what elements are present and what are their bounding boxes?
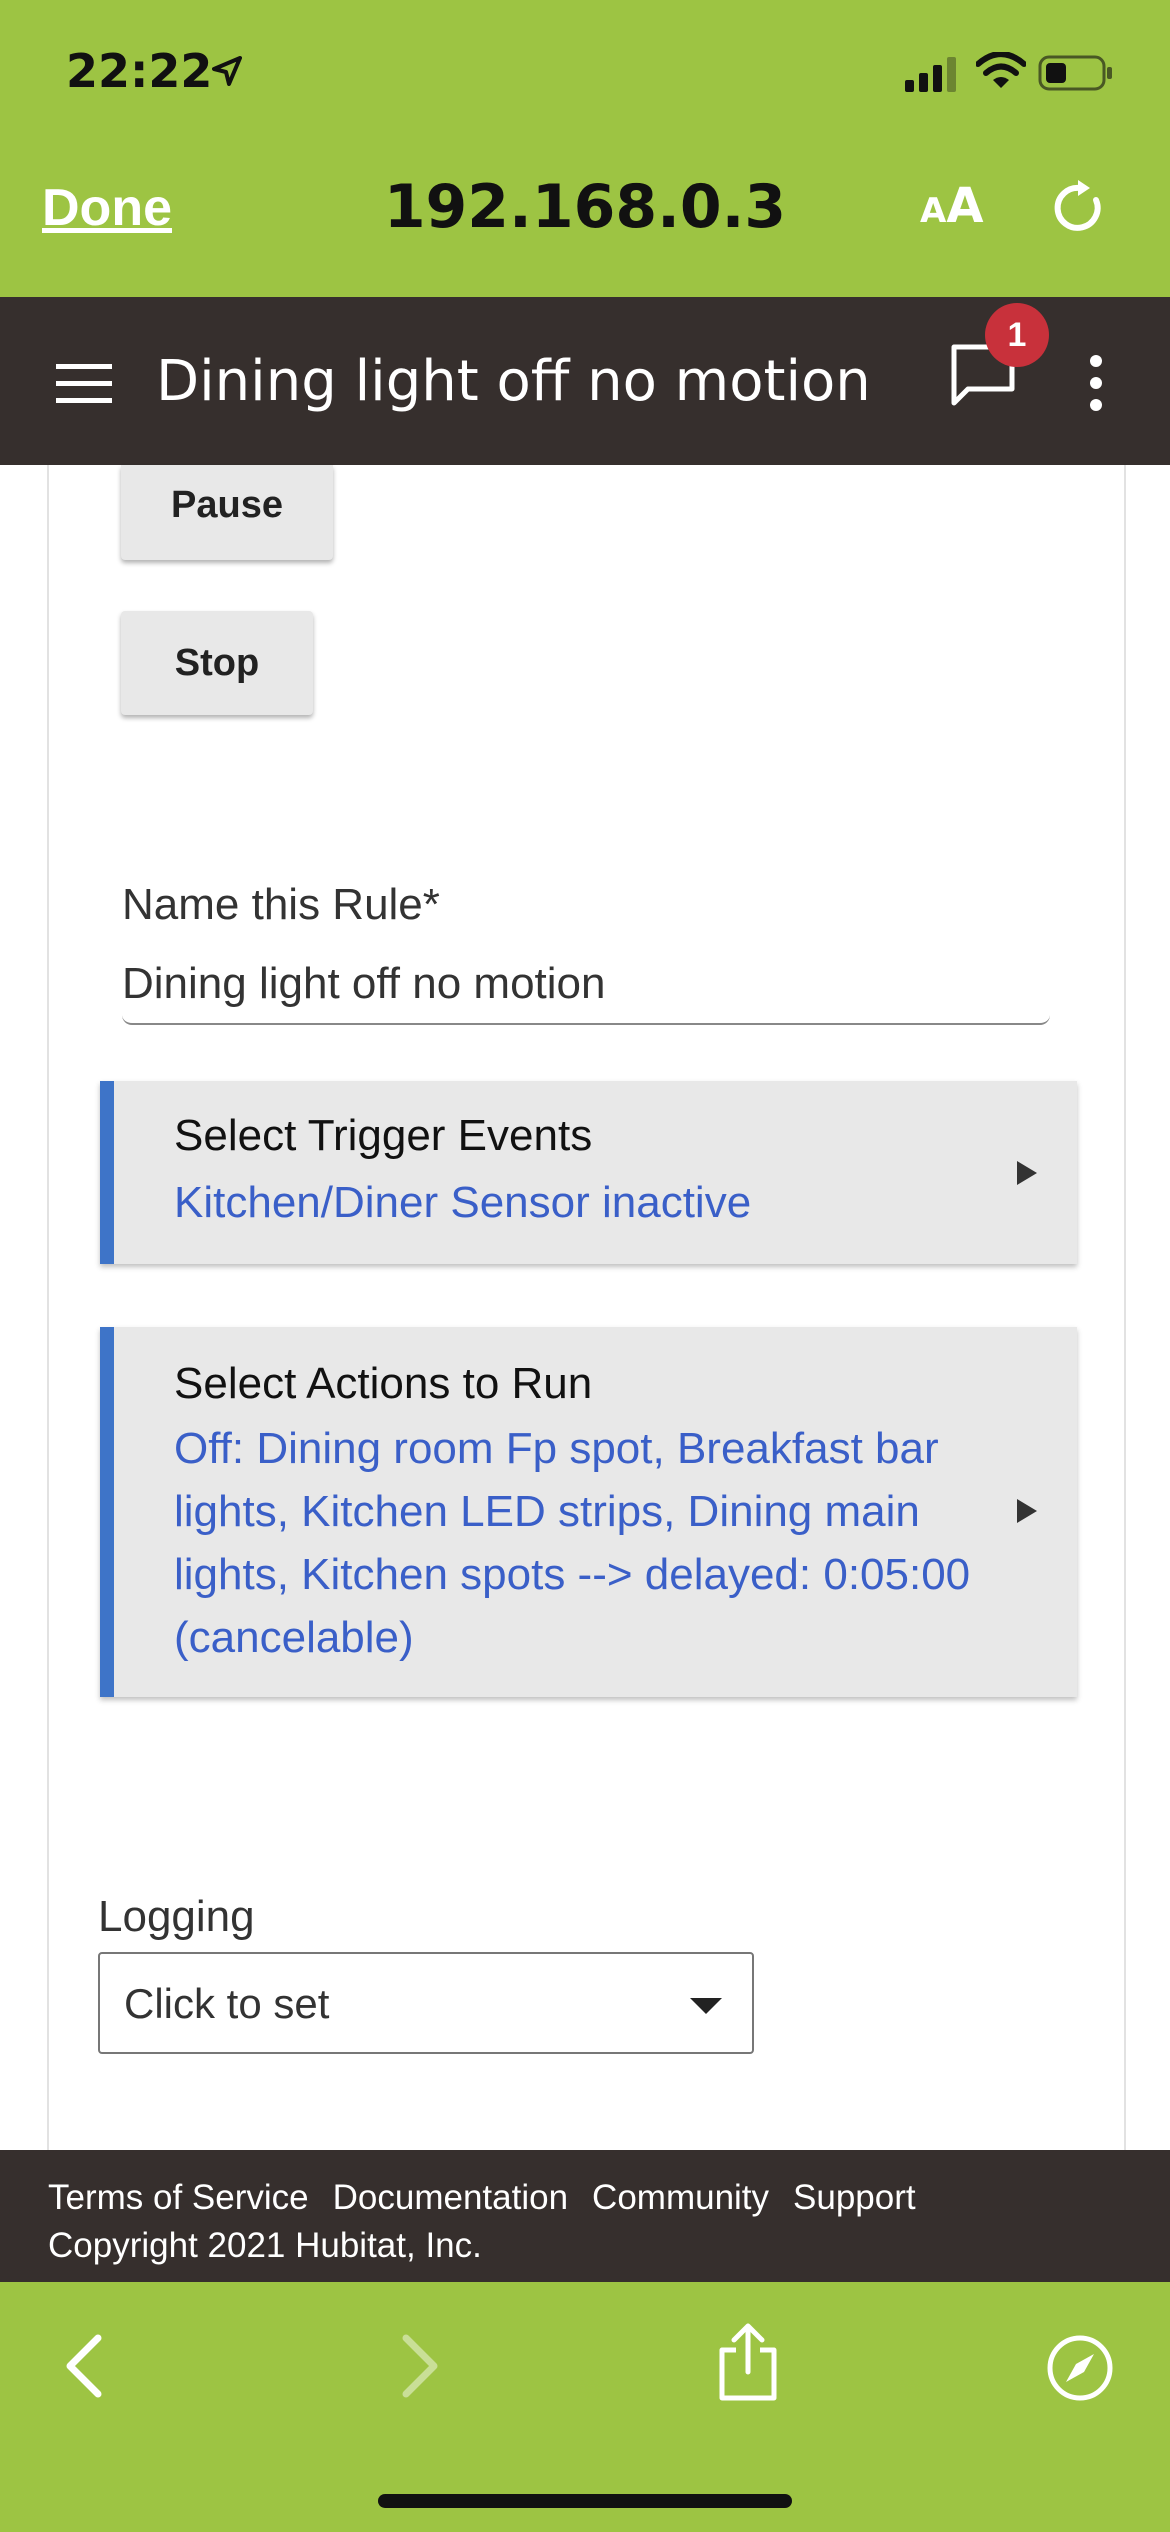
battery-icon bbox=[1038, 55, 1112, 91]
rule-editor: Pause Stop Name this Rule* Dining light … bbox=[47, 465, 1126, 2150]
reload-icon[interactable] bbox=[1052, 180, 1108, 236]
copyright-text: Copyright 2021 Hubitat, Inc. bbox=[48, 2226, 482, 2265]
status-time: 22:22 bbox=[66, 44, 213, 98]
hamburger-menu-icon[interactable] bbox=[56, 364, 112, 404]
browser-toolbar bbox=[0, 2282, 1170, 2532]
more-vert-icon[interactable] bbox=[1088, 355, 1104, 411]
dropdown-caret-icon bbox=[690, 1998, 722, 2014]
actions-summary: Off: Dining room Fp spot, Breakfast bar … bbox=[174, 1424, 971, 1662]
compass-icon[interactable] bbox=[1046, 2334, 1114, 2402]
browser-top-bar: 22:22 Done 192.168.0.3 AA bbox=[0, 0, 1170, 297]
stop-button[interactable]: Stop bbox=[121, 611, 313, 715]
trigger-summary: Kitchen/Diner Sensor inactive bbox=[174, 1178, 752, 1227]
actions-card-title: Select Actions to Run bbox=[174, 1359, 593, 1408]
app-header: Dining light off no motion 1 bbox=[0, 297, 1170, 465]
cellular-signal-icon bbox=[905, 57, 956, 92]
footer-link-terms[interactable]: Terms of Service bbox=[48, 2178, 309, 2217]
logging-label: Logging bbox=[98, 1892, 255, 1941]
footer-link-documentation[interactable]: Documentation bbox=[333, 2178, 568, 2217]
footer-link-community[interactable]: Community bbox=[592, 2178, 769, 2217]
address-bar-url[interactable]: 192.168.0.3 bbox=[0, 172, 1170, 242]
select-actions-card[interactable]: Select Actions to Run Off: Dining room F… bbox=[100, 1327, 1077, 1697]
share-icon[interactable] bbox=[716, 2322, 780, 2402]
arrow-right-icon bbox=[1017, 1161, 1037, 1185]
logging-value: Click to set bbox=[124, 1980, 330, 2027]
logging-select[interactable]: Click to set bbox=[98, 1952, 754, 2054]
location-arrow-icon bbox=[212, 56, 242, 86]
text-size-small-label: A bbox=[920, 191, 947, 231]
arrow-right-icon bbox=[1017, 1499, 1037, 1523]
footer-link-support[interactable]: Support bbox=[793, 2178, 916, 2217]
select-trigger-events-card[interactable]: Select Trigger Events Kitchen/Diner Sens… bbox=[100, 1081, 1077, 1264]
forward-chevron-icon[interactable] bbox=[400, 2334, 440, 2398]
text-size-big-label: A bbox=[946, 178, 984, 234]
footer-links: Terms of Service Documentation Community Su… bbox=[48, 2178, 940, 2218]
page-title: Dining light off no motion bbox=[156, 349, 871, 414]
wifi-icon bbox=[976, 52, 1026, 88]
page-footer: Terms of Service Documentation Community Su… bbox=[0, 2150, 1170, 2282]
trigger-card-title: Select Trigger Events bbox=[174, 1111, 593, 1160]
text-size-button[interactable]: AA bbox=[920, 178, 983, 234]
rule-name-input[interactable]: Dining light off no motion bbox=[122, 945, 1050, 1025]
pause-button[interactable]: Pause bbox=[121, 465, 333, 560]
rule-name-label: Name this Rule* bbox=[122, 880, 440, 929]
back-chevron-icon[interactable] bbox=[64, 2334, 104, 2398]
notification-badge: 1 bbox=[985, 303, 1049, 367]
home-indicator bbox=[378, 2494, 792, 2508]
